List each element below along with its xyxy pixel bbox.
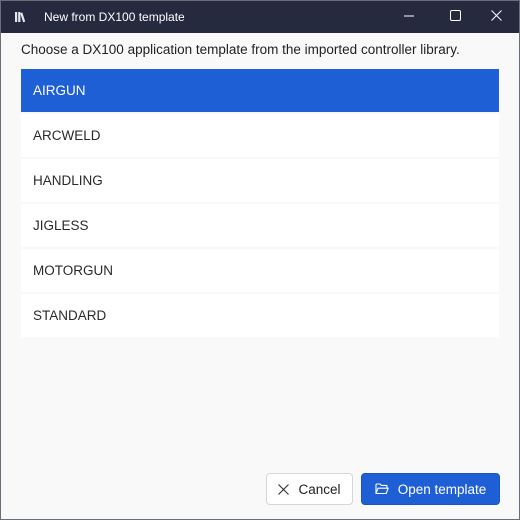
open-template-label: Open template <box>397 481 487 497</box>
maximize-icon <box>449 8 461 26</box>
close-window-button[interactable] <box>473 1 519 33</box>
window-title: New from DX100 template <box>44 10 185 24</box>
close-icon <box>278 483 290 495</box>
instruction-text: Choose a DX100 application template from… <box>21 42 460 57</box>
close-icon <box>490 8 502 26</box>
cancel-label: Cancel <box>298 481 341 497</box>
template-item-jigless[interactable]: JIGLESS <box>21 204 499 247</box>
title-bar[interactable]: New from DX100 template <box>1 1 519 33</box>
minimize-button[interactable] <box>386 1 432 33</box>
maximize-button[interactable] <box>432 1 478 33</box>
template-item-motorgun[interactable]: MOTORGUN <box>21 249 499 292</box>
template-item-handling[interactable]: HANDLING <box>21 159 499 202</box>
template-item-arcweld[interactable]: ARCWELD <box>21 114 499 157</box>
template-item-airgun[interactable]: AIRGUN <box>21 69 499 112</box>
minimize-icon <box>404 8 414 26</box>
cancel-button[interactable]: Cancel <box>266 473 353 505</box>
folder-open-icon <box>375 483 389 495</box>
open-template-button[interactable]: Open template <box>361 473 500 505</box>
library-books-icon <box>14 10 28 24</box>
template-item-standard[interactable]: STANDARD <box>21 294 499 337</box>
template-list[interactable]: AIRGUN ARCWELD HANDLING JIGLESS MOTORGUN… <box>21 69 499 339</box>
dialog-window: New from DX100 template Choose a DX100 a… <box>0 0 520 520</box>
